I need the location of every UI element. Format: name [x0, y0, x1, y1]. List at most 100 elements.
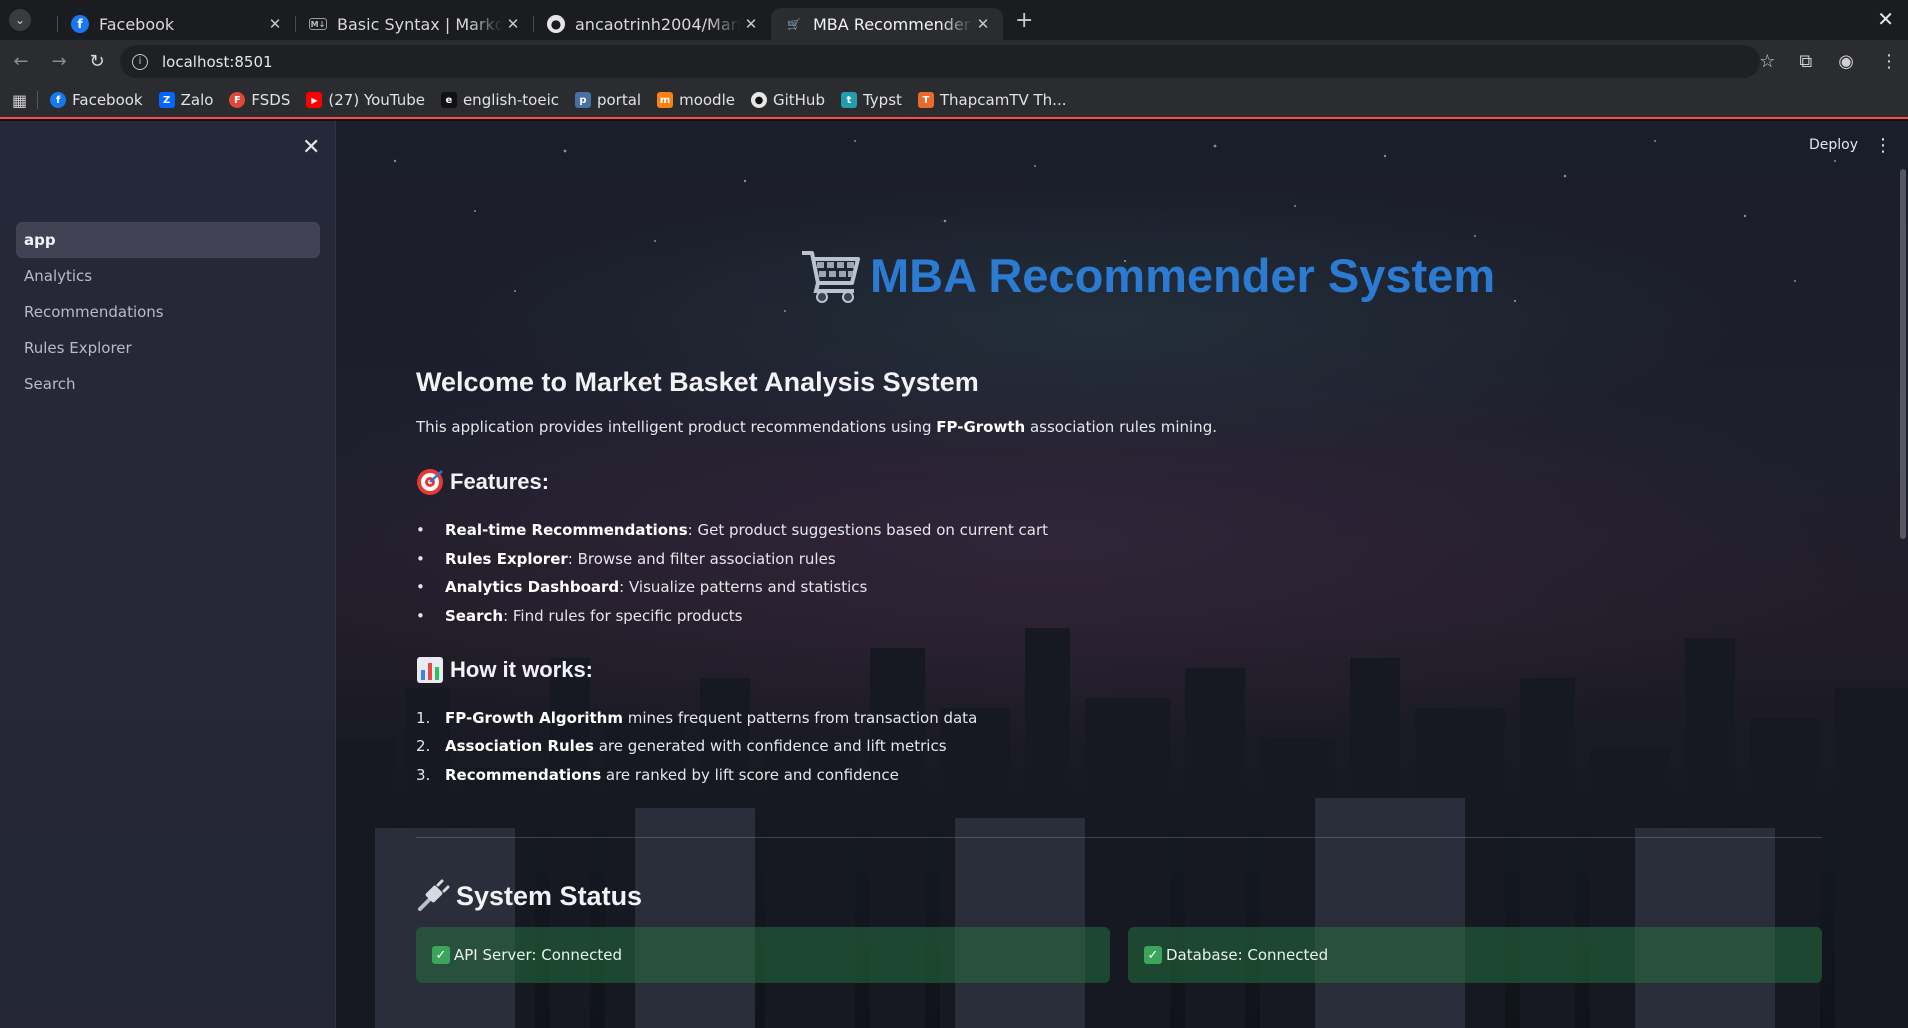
page-title: MBA Recommender System [800, 247, 1495, 303]
status-api-server: ✓ API Server: Connected [416, 927, 1110, 983]
tab-title: ancaotrinh2004/Market [575, 14, 741, 34]
intro-text: This application provides intelligent pr… [416, 418, 937, 436]
bookmark-facebook[interactable]: f Facebook [50, 91, 143, 109]
tab-search-chevron-icon[interactable]: ⌄ [9, 9, 31, 31]
toeic-icon: e [440, 92, 457, 108]
step-number: 1. [416, 709, 431, 727]
bookmark-label: Typst [862, 91, 902, 109]
bookmark-youtube[interactable]: ▶ (27) YouTube [306, 91, 425, 109]
shopping-cart-icon [802, 251, 860, 303]
scrollbar[interactable] [1900, 169, 1906, 539]
address-bar[interactable]: i localhost:8501 [120, 45, 1760, 78]
sidebar-item-analytics[interactable]: Analytics [16, 258, 320, 294]
check-icon: ✓ [432, 946, 450, 964]
window-close-icon[interactable]: ✕ [1877, 7, 1894, 31]
extensions-icon[interactable]: ⧉ [1799, 51, 1812, 72]
intro-text-end: association rules mining. [1025, 418, 1217, 436]
intro-bold: FP-Growth [936, 418, 1026, 436]
bookmark-fsds[interactable]: F FSDS [229, 91, 290, 109]
bookmark-english-toeic[interactable]: e english-toeic [440, 91, 559, 109]
bookmarks-bar: ▦ f Facebook Z Zalo F FSDS ▶ (27) YouTube ee… [0, 83, 1908, 119]
sidebar-item-app[interactable]: app [16, 222, 320, 258]
welcome-heading: Welcome to Market Basket Analysis System [416, 367, 979, 397]
app-menu-icon[interactable]: ⋮ [1874, 135, 1892, 156]
divider [416, 837, 1822, 838]
back-icon[interactable]: ← [2, 51, 40, 72]
target-icon [417, 469, 443, 495]
site-info-icon[interactable]: i [132, 53, 148, 70]
check-icon: ✓ [1144, 946, 1162, 964]
reload-icon[interactable]: ↻ [78, 51, 116, 72]
bookmark-typst[interactable]: t Typst [840, 91, 902, 109]
bookmark-label: Facebook [72, 91, 143, 109]
tab-facebook[interactable]: f Facebook ✕ [57, 8, 295, 40]
bookmark-label: Zalo [180, 91, 214, 109]
list-item: 3. Recommendations are ranked by lift sco… [416, 766, 899, 784]
bullet: • [416, 521, 425, 539]
toolbar-actions: ☆ ⧉ ◉ ⋮ [1759, 40, 1898, 83]
sidebar-item-label: Analytics [24, 267, 93, 285]
status-label: API Server: Connected [454, 946, 623, 964]
list-item: 2. Association Rules are generated with c… [416, 737, 947, 755]
bookmark-label: english-toeic [462, 91, 559, 109]
step-name: Association Rules [445, 737, 594, 755]
step-number: 3. [416, 766, 431, 784]
sidebar-close-icon[interactable]: ✕ [302, 135, 320, 160]
feature-name: Search [445, 607, 504, 625]
sidebar-item-rules-explorer[interactable]: Rules Explorer [16, 330, 320, 366]
how-heading-text: How it works: [450, 657, 594, 682]
sidebar-item-search[interactable]: Search [16, 366, 320, 402]
close-icon[interactable]: ✕ [265, 15, 285, 33]
app-viewport: ✕ app Analytics Recommendations Rules Ex… [0, 121, 1908, 1028]
facebook-icon: f [71, 15, 89, 33]
tab-mba-recommender[interactable]: 🛒 MBA Recommender Sys ✕ [771, 8, 1003, 40]
bookmark-thapcamtv[interactable]: T ThapcamTV Th... [917, 91, 1067, 109]
intro-paragraph: This application provides intelligent pr… [416, 418, 1217, 436]
markdown-icon: M↓ [309, 18, 327, 30]
list-item: 1. FP-Growth Algorithm mines frequent pat… [416, 709, 977, 727]
tab-github[interactable]: ● ancaotrinh2004/Market ✕ [533, 8, 771, 40]
feature-desc: : Find rules for specific products [503, 607, 743, 625]
list-item: • Real-time Recommendations: Get product … [416, 521, 1048, 539]
forward-icon[interactable]: → [40, 51, 78, 72]
bookmark-star-icon[interactable]: ☆ [1759, 51, 1775, 72]
github-icon: ● [750, 92, 767, 108]
sidebar-item-label: Search [24, 375, 76, 393]
url-text[interactable]: localhost:8501 [162, 53, 273, 71]
close-icon[interactable]: ✕ [741, 15, 761, 33]
features-heading: Features: [416, 468, 549, 496]
step-number: 2. [416, 737, 431, 755]
bookmark-label: GitHub [772, 91, 825, 109]
feature-name: Analytics Dashboard [445, 578, 620, 596]
new-tab-icon[interactable]: + [1015, 8, 1033, 33]
bookmark-portal[interactable]: p portal [574, 91, 642, 109]
close-icon[interactable]: ✕ [503, 15, 523, 33]
how-it-works-heading: How it works: [416, 656, 593, 684]
bookmark-label: moodle [679, 91, 735, 109]
bookmark-github[interactable]: ● GitHub [750, 91, 825, 109]
sidebar-item-recommendations[interactable]: Recommendations [16, 294, 320, 330]
list-item: • Rules Explorer: Browse and filter assoc… [416, 550, 836, 568]
browser-menu-icon[interactable]: ⋮ [1880, 51, 1898, 72]
tab-title: Basic Syntax | Markdown [337, 14, 503, 34]
bar-chart-icon [417, 657, 443, 683]
deploy-button[interactable]: Deploy [1809, 137, 1858, 153]
tab-markdown[interactable]: M↓ Basic Syntax | Markdown ✕ [295, 8, 533, 40]
profile-icon[interactable]: ◉ [1838, 51, 1854, 72]
bookmark-moodle[interactable]: m moodle [657, 91, 735, 109]
bookmarks-divider [37, 91, 39, 109]
tab-title: Facebook [99, 14, 175, 34]
moodle-icon: m [657, 92, 674, 108]
system-status-heading: System Status [416, 879, 642, 913]
close-icon[interactable]: ✕ [973, 15, 993, 33]
bookmark-label: portal [596, 91, 642, 109]
sidebar-item-label: Rules Explorer [24, 339, 132, 357]
sidebar: ✕ app Analytics Recommendations Rules Ex… [0, 121, 336, 1028]
github-icon: ● [547, 15, 565, 33]
page-title-text: MBA Recommender System [870, 248, 1496, 302]
apps-grid-icon[interactable]: ▦ [12, 91, 27, 110]
youtube-icon: ▶ [306, 92, 323, 108]
bookmark-zalo[interactable]: Z Zalo [158, 91, 214, 109]
tab-title: MBA Recommender Sys [813, 14, 973, 34]
fsds-icon: F [229, 92, 246, 108]
